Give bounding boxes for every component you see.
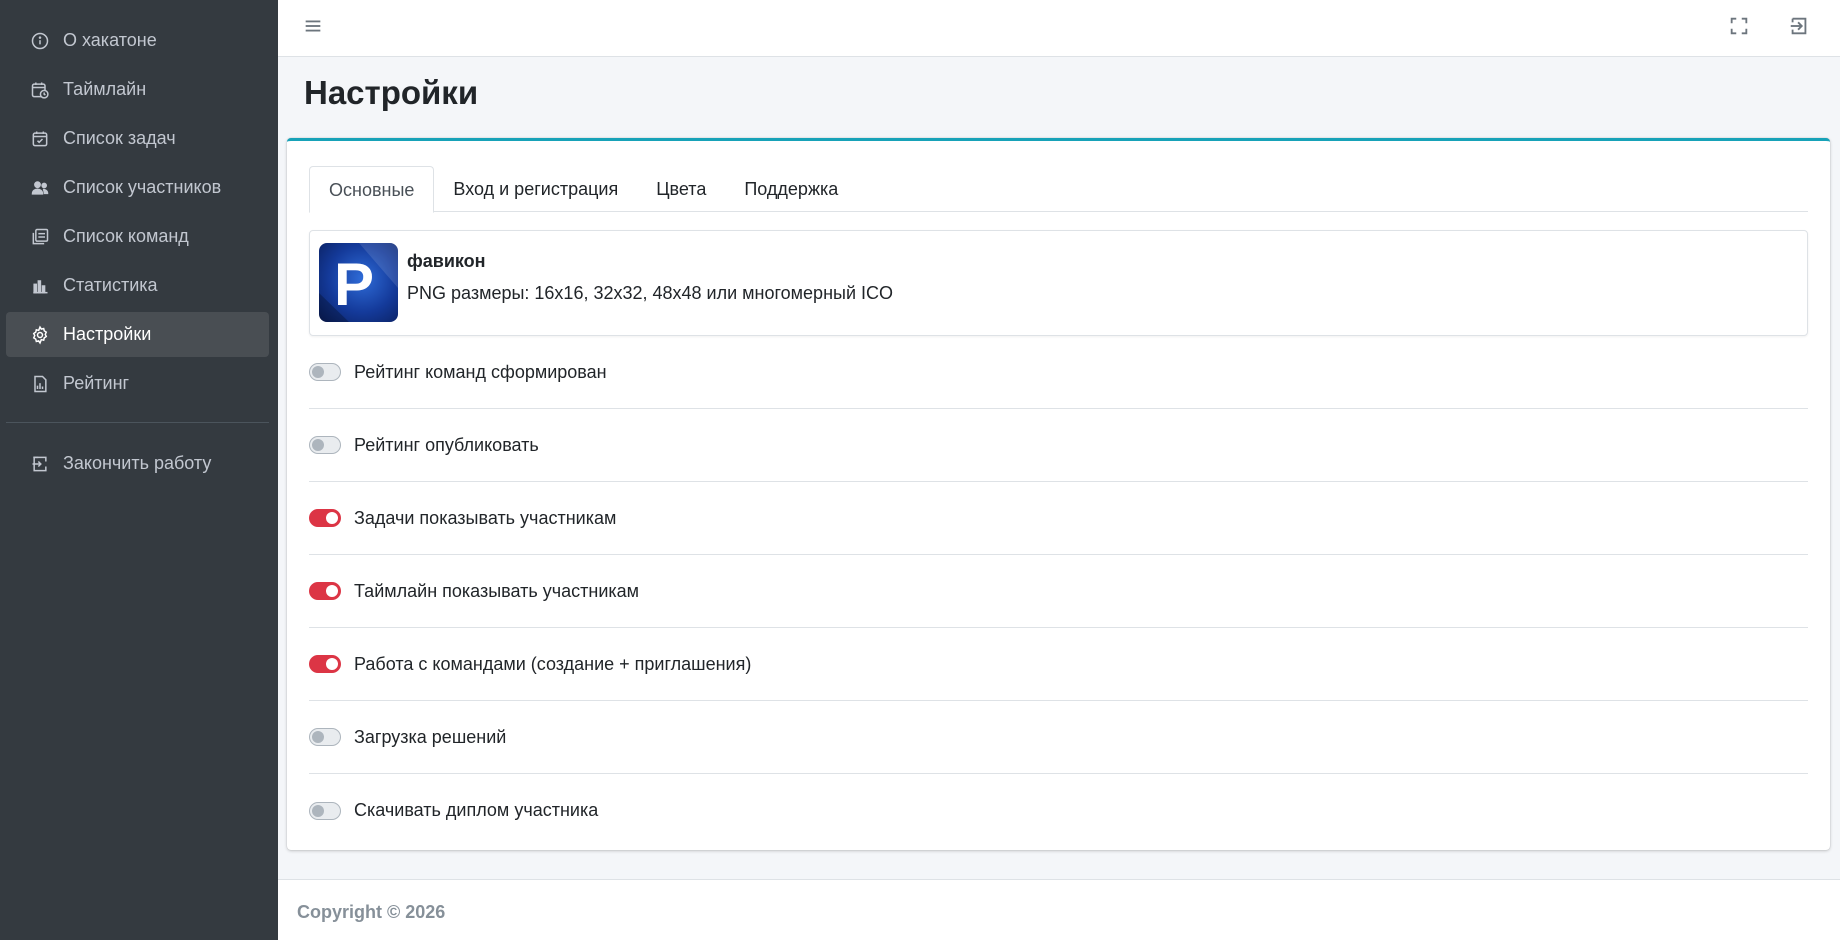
toggle-row-solutions-upload: Загрузка решений: [309, 701, 1808, 774]
logout-button[interactable]: [1783, 12, 1815, 44]
favicon-description: PNG размеры: 16x16, 32x32, 48x48 или мно…: [407, 283, 893, 303]
sidebar-item-label: Список команд: [63, 226, 189, 246]
fullscreen-button[interactable]: [1723, 12, 1755, 44]
sidebar-item-about[interactable]: О хакатоне: [6, 18, 269, 63]
sidebar-item-tasks[interactable]: Список задач: [6, 116, 269, 161]
toggle-label: Работа с командами (создание + приглашен…: [354, 653, 752, 674]
info-icon: [29, 30, 51, 52]
toggle-label: Задачи показывать участникам: [354, 507, 617, 528]
sidebar-item-teams[interactable]: Список команд: [6, 214, 269, 259]
sidebar-item-label: О хакатоне: [63, 30, 157, 50]
sidebar-item-label: Список участников: [63, 177, 222, 197]
toggle-row-show-tasks: Задачи показывать участникам: [309, 482, 1808, 555]
toggle-row-diploma-download: Скачивать диплом участника: [309, 774, 1808, 847]
diploma-download-switch[interactable]: [309, 801, 341, 820]
sidebar-item-settings[interactable]: Настройки: [6, 312, 269, 357]
toggle-row-teams-work: Работа с командами (создание + приглашен…: [309, 628, 1808, 701]
sidebar-item-label: Закончить работу: [63, 453, 212, 473]
teams-work-switch[interactable]: [309, 655, 341, 673]
footer: Copyright © 2026: [278, 879, 1840, 940]
sidebar-item-participants[interactable]: Список участников: [6, 165, 269, 210]
settings-toggle-list: Рейтинг команд сформирован Рейтинг опубл…: [309, 336, 1808, 847]
sidebar-item-label: Статистика: [63, 275, 158, 295]
toggle-row-rating-publish: Рейтинг опубликовать: [309, 409, 1808, 482]
logout-icon: [29, 453, 51, 475]
toggle-label: Таймлайн показывать участникам: [354, 580, 640, 601]
list-stack-icon: [29, 226, 51, 248]
show-timeline-switch[interactable]: [309, 582, 341, 600]
favicon-letter: P: [334, 251, 374, 318]
menu-toggle-button[interactable]: [297, 12, 329, 44]
toggle-label: Рейтинг команд сформирован: [354, 361, 607, 382]
calendar-clock-icon: [29, 79, 51, 101]
toggle-label: Загрузка решений: [354, 726, 507, 747]
toggle-label: Скачивать диплом участника: [354, 800, 599, 820]
toggle-row-show-timeline: Таймлайн показывать участникам: [309, 555, 1808, 628]
rating-formed-switch[interactable]: [309, 363, 341, 381]
logout-icon: [1788, 15, 1810, 42]
sidebar-item-label: Настройки: [63, 324, 152, 344]
fullscreen-icon: [1728, 15, 1750, 42]
favicon-title: фавикон: [407, 251, 486, 271]
sidebar-item-label: Рейтинг: [63, 373, 130, 393]
bar-chart-icon: [29, 275, 51, 297]
favicon-preview-image[interactable]: P: [319, 243, 398, 322]
favicon-upload-box[interactable]: P фавикон PNG размеры: 16x16, 32x32, 48x…: [309, 230, 1808, 336]
copyright-text: Copyright © 2026: [297, 902, 446, 922]
toggle-label: Рейтинг опубликовать: [354, 434, 539, 455]
calendar-check-icon: [29, 128, 51, 150]
tab-general[interactable]: Основные: [309, 166, 435, 213]
topbar: [278, 0, 1840, 57]
gear-icon: [29, 324, 51, 346]
rating-publish-switch[interactable]: [309, 436, 341, 454]
sidebar-item-label: Таймлайн: [63, 79, 147, 99]
page-title: Настройки: [304, 74, 479, 111]
settings-card: Основные Вход и регистрация Цвета Поддер…: [287, 138, 1830, 850]
sidebar-item-logout[interactable]: Закончить работу: [6, 441, 269, 486]
hamburger-icon: [302, 15, 324, 42]
sidebar: О хакатоне Таймлайн Список задач Список …: [0, 0, 278, 940]
sidebar-item-statistics[interactable]: Статистика: [6, 263, 269, 308]
tab-support[interactable]: Поддержка: [725, 166, 857, 212]
settings-tabs: Основные Вход и регистрация Цвета Поддер…: [309, 166, 1808, 213]
users-icon: [29, 177, 51, 199]
sidebar-item-timeline[interactable]: Таймлайн: [6, 67, 269, 112]
toggle-row-rating-formed: Рейтинг команд сформирован: [309, 336, 1808, 409]
show-tasks-switch[interactable]: [309, 509, 341, 527]
solutions-upload-switch[interactable]: [309, 728, 341, 746]
tab-colors[interactable]: Цвета: [637, 166, 725, 212]
sidebar-item-rating[interactable]: Рейтинг: [6, 361, 269, 406]
tab-login-registration[interactable]: Вход и регистрация: [434, 166, 637, 212]
sidebar-item-label: Список задач: [63, 128, 176, 148]
sidebar-divider: [6, 422, 269, 423]
report-icon: [29, 373, 51, 395]
